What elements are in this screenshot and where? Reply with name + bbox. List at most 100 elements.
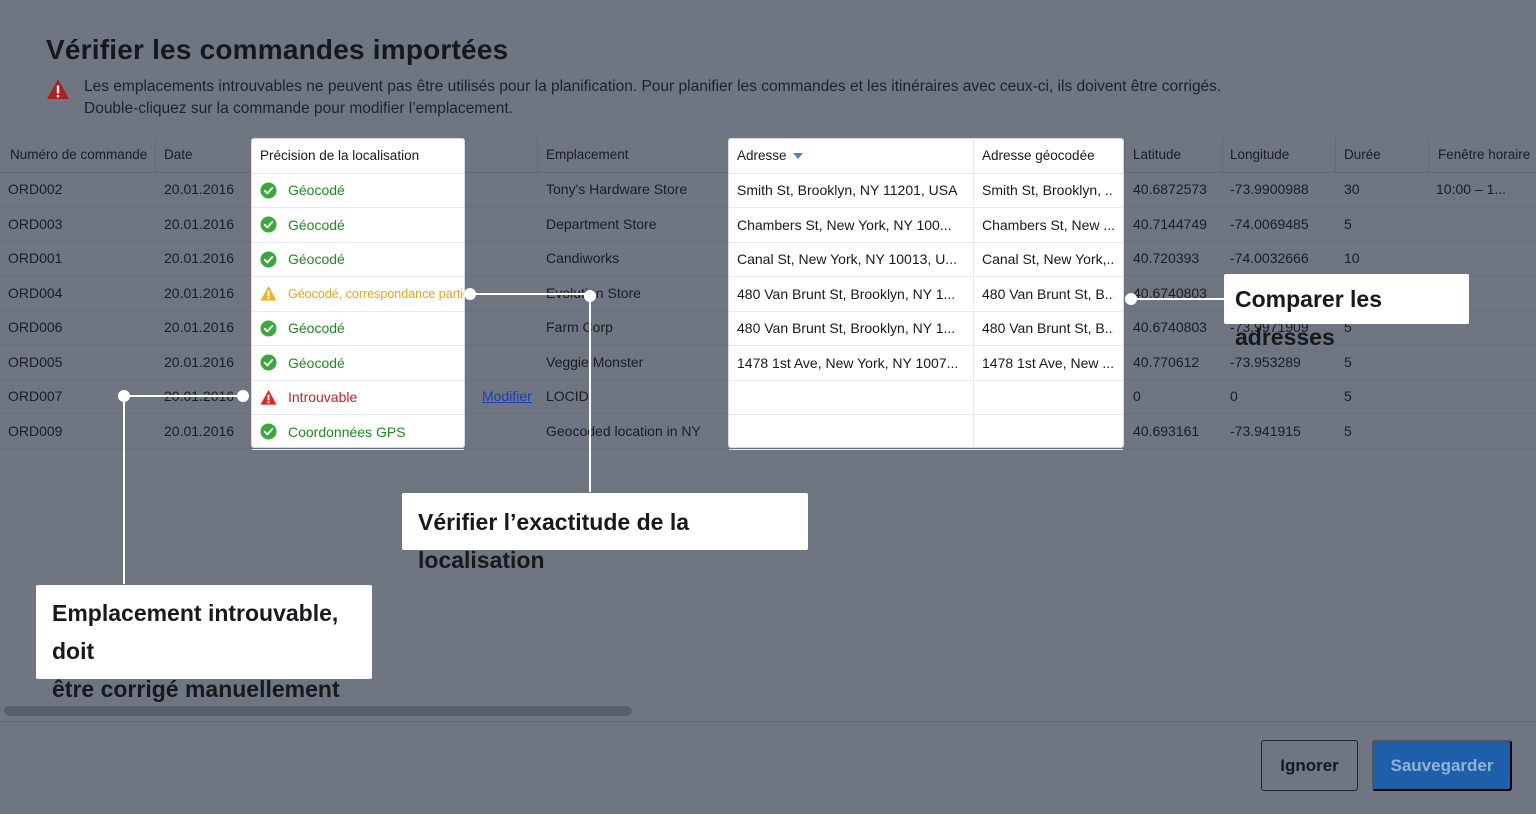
status-label: Géocodé — [288, 320, 345, 337]
cell-address: Canal St, New York, NY 10013, U... — [737, 251, 957, 268]
col-header-geocoded[interactable]: Adresse géocodée — [974, 139, 1123, 173]
check-circle-icon — [260, 182, 277, 199]
cell-precision: Géocodé — [252, 174, 464, 208]
cell-geocoded-address — [974, 415, 1114, 449]
address-row — [729, 415, 1123, 450]
cell-date: 20.01.2016 — [164, 319, 235, 336]
status-label: Géocodé — [288, 216, 345, 233]
status-label: Géocodé — [288, 251, 345, 268]
cell-address: Smith St, Brooklyn, NY 11201, USA — [737, 182, 958, 199]
cell-location: Geocoded location in NY — [546, 422, 701, 439]
cell-address — [729, 381, 965, 415]
col-header-window[interactable]: Fenêtre horaire — [1430, 138, 1536, 172]
cell-location: Department Store — [546, 215, 657, 232]
cell-duration: 5 — [1344, 388, 1352, 405]
cell-duration: 5 — [1344, 353, 1352, 370]
cell-precision: Géocodé — [252, 208, 464, 242]
cell-duration: 5 — [1344, 422, 1352, 439]
address-row: Smith St, Brooklyn, NY 11201, USA Smith S… — [729, 174, 1123, 208]
cell-longitude: -74.0032666 — [1230, 250, 1309, 267]
sort-descending-icon — [792, 152, 803, 159]
precision-row: Géocodé, correspondance partielle — [252, 277, 464, 312]
cell-location: Farm Corp — [546, 319, 613, 336]
cell-order-number: ORD004 — [8, 284, 63, 301]
callout-dot — [464, 288, 476, 300]
cell-address: Chambers St, New York, NY 100... — [737, 216, 952, 233]
callout-verify-location: Vérifier l’exactitude de la localisation — [402, 493, 808, 573]
callout-connector — [123, 396, 125, 584]
precision-row: Géocodé — [252, 208, 464, 243]
cell-geocoded-address — [974, 381, 1114, 415]
col-header-location[interactable]: Emplacement — [538, 138, 718, 172]
cell-longitude: -73.9900988 — [1230, 181, 1309, 198]
cell-geocoded-address: 480 Van Brunt St, B... — [982, 285, 1114, 302]
cell-date: 20.01.2016 — [164, 284, 235, 301]
callout-connector — [589, 294, 591, 492]
cell-precision: Géocodé — [252, 312, 464, 346]
cell-order-number: ORD009 — [8, 422, 63, 439]
col-header-address[interactable]: Adresse — [729, 139, 973, 173]
precision-row: Géocodé — [252, 243, 464, 277]
col-header-duration[interactable]: Durée — [1336, 138, 1426, 172]
cell-latitude: 40.6740803 — [1133, 284, 1207, 301]
cell-address: 480 Van Brunt St, Brooklyn, NY 1... — [737, 285, 956, 302]
cell-address: 480 Van Brunt St, Brooklyn, NY 1... — [737, 320, 956, 337]
check-circle-icon — [260, 216, 277, 233]
cell-time-window — [1428, 414, 1528, 448]
cell-date: 20.01.2016 — [164, 250, 235, 267]
save-button[interactable]: Sauvegarder — [1372, 740, 1512, 791]
status-label: Introuvable — [288, 389, 358, 406]
check-circle-icon — [260, 320, 277, 337]
col-header-order[interactable]: Numéro de commande — [2, 138, 152, 172]
cell-precision: Géocodé, correspondance partielle — [252, 277, 464, 311]
cell-longitude: -73.941915 — [1230, 422, 1301, 439]
cell-date: 20.01.2016 — [164, 215, 235, 232]
cell-date: 20.01.2016 — [164, 422, 235, 439]
col-header-precision[interactable]: Précision de la localisation — [252, 139, 464, 173]
col-header-date[interactable]: Date — [156, 138, 246, 172]
warning-triangle-icon — [47, 79, 69, 99]
precision-row: Géocodé — [252, 174, 464, 208]
footer-divider — [0, 721, 1536, 722]
ignore-button[interactable]: Ignorer — [1261, 740, 1358, 791]
precision-row: Géocodé — [252, 346, 464, 381]
cell-location: Tony's Hardware Store — [546, 181, 688, 198]
precision-column-highlight: Précision de la localisation Géocodé Géoc… — [252, 139, 464, 450]
cell-date: 20.01.2016 — [164, 353, 235, 370]
error-triangle-icon — [260, 389, 277, 406]
cell-order-number: ORD005 — [8, 353, 63, 370]
warning-triangle-icon — [260, 285, 277, 302]
check-circle-icon — [260, 251, 277, 268]
cell-address: 1478 1st Ave, New York, NY 1007... — [737, 354, 959, 371]
cell-address — [729, 415, 965, 449]
col-header-latitude[interactable]: Latitude — [1125, 138, 1220, 172]
col-header-longitude[interactable]: Longitude — [1222, 138, 1332, 172]
cell-latitude: 40.7144749 — [1133, 215, 1207, 232]
cell-geocoded-address: 480 Van Brunt St, B... — [982, 320, 1114, 337]
address-row: Chambers St, New York, NY 100... Chambers… — [729, 208, 1123, 243]
cell-latitude: 40.720393 — [1133, 250, 1200, 267]
dialog-title: Vérifier les commandes importées — [46, 34, 509, 65]
cell-geocoded-address: Chambers St, New ... — [982, 216, 1114, 233]
cell-order-number: ORD003 — [8, 215, 63, 232]
callout-not-found-line-1: Emplacement introuvable, doit — [52, 600, 339, 664]
callout-connector — [1131, 298, 1225, 300]
cell-time-window — [1428, 345, 1528, 379]
callout-dot — [1125, 293, 1137, 305]
cell-duration: 30 — [1344, 181, 1360, 198]
cell-precision: Introuvable — [252, 381, 464, 415]
cell-latitude: 40.6740803 — [1133, 319, 1207, 336]
cell-precision: Géocodé — [252, 243, 464, 277]
warning-message: Les emplacements introuvables ne peuvent… — [84, 76, 1221, 120]
cell-order-number: ORD002 — [8, 181, 63, 198]
edit-link[interactable]: Modifier — [474, 380, 534, 414]
precision-row: Coordonnées GPS — [252, 415, 464, 450]
cell-time-window: 10:00 – 1... — [1436, 181, 1507, 198]
horizontal-scrollbar[interactable] — [4, 706, 632, 716]
callout-not-found-line-2: être corrigé manuellement — [52, 676, 340, 702]
address-row: 480 Van Brunt St, Brooklyn, NY 1... 480 V… — [729, 277, 1123, 312]
precision-row: Introuvable — [252, 381, 464, 415]
callout-dot — [237, 390, 249, 402]
cell-time-window — [1428, 207, 1528, 241]
cell-duration: 5 — [1344, 215, 1352, 232]
